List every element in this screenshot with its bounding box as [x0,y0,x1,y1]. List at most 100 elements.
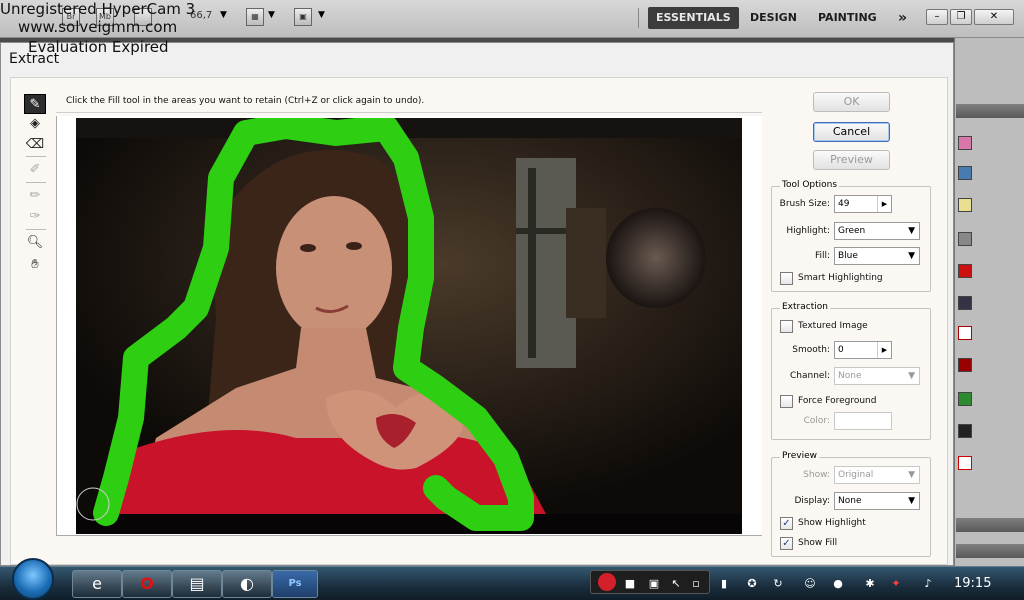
divider [638,8,639,28]
chevron-down-icon[interactable]: ▼ [220,10,227,20]
fill-select[interactable]: Blue ▼ [834,247,920,265]
smart-highlighting-checkbox[interactable] [780,272,793,285]
show-label: Show: [803,470,830,480]
eyedropper-icon[interactable]: ✐ [24,160,46,180]
cursor-icon[interactable]: ↖ [668,576,684,592]
watermark-expired: Evaluation Expired [28,38,169,56]
show-fill-checkbox[interactable]: ✓ [780,537,793,550]
stop-icon[interactable]: ■ [622,576,638,592]
divider [56,112,762,113]
chevron-down-icon[interactable]: ▼ [268,10,275,20]
watermark-url: www.solveigmm.com [18,18,178,36]
cleanup-icon[interactable]: ✏ [24,186,46,206]
smart-highlighting-label: Smart Highlighting [798,273,883,283]
preview-title: Preview [780,451,820,461]
panda-icon[interactable]: ● [830,576,846,592]
messenger-icon[interactable]: ☺ [802,576,818,592]
show-highlight-checkbox[interactable]: ✓ [780,517,793,530]
chevron-down-icon: ▼ [908,496,915,506]
hypercam-icon[interactable]: ◐ [222,570,272,598]
chevron-down-icon: ▼ [908,371,915,381]
instructions-text: Click the Fill tool in the areas you wan… [66,96,425,106]
zoom-icon[interactable]: 🔍︎ [24,233,46,253]
force-foreground-checkbox[interactable] [780,395,793,408]
start-button[interactable] [12,558,54,600]
window-icon[interactable]: ▫ [688,576,704,592]
chevron-down-icon: ▼ [908,251,915,261]
swatch[interactable] [958,198,972,212]
channel-select[interactable]: None ▼ [834,367,920,385]
update-icon[interactable]: ↻ [770,576,786,592]
highlight-label: Highlight: [786,226,830,236]
swatch[interactable] [958,166,972,180]
swatch[interactable] [958,456,972,470]
display-value: None [838,496,862,506]
acrobat-icon[interactable]: ✦ [888,576,904,592]
minimize-button[interactable]: – [926,9,948,25]
swatch[interactable] [958,296,972,310]
textured-image-checkbox[interactable] [780,320,793,333]
swatch[interactable] [958,232,972,246]
photoshop-icon[interactable]: Ps [272,570,318,598]
swatch[interactable] [958,358,972,372]
edge-touchup-icon[interactable]: ✑ [24,207,46,227]
tool-options-title: Tool Options [780,180,840,190]
chevron-down-icon: ▼ [908,226,915,236]
fill-bucket-icon[interactable]: ◈ [24,114,46,134]
ok-button[interactable]: OK [813,92,890,112]
ie-icon[interactable]: e [72,570,122,598]
pause-record-icon[interactable] [598,573,616,591]
workspace-essentials[interactable]: ESSENTIALS [648,7,739,29]
show-fill-label: Show Fill [798,538,838,548]
restore-button[interactable]: ❐ [950,9,972,25]
swatch[interactable] [958,136,972,150]
swatch[interactable] [958,392,972,406]
eraser-icon[interactable]: ⌫ [24,135,46,155]
highlight-select[interactable]: Green ▼ [834,222,920,240]
network-icon[interactable]: ▤ [172,570,222,598]
display-label: Display: [794,496,830,506]
channel-value: None [838,371,862,381]
fill-label: Fill: [814,251,830,261]
image-illustration [76,118,742,534]
fill-value: Blue [838,251,858,261]
divider [26,156,46,157]
opera-icon[interactable]: O [122,570,172,598]
chevron-right-icon[interactable]: ▶ [877,196,891,212]
volume-icon[interactable]: ♪ [920,576,936,592]
bluetooth-icon[interactable]: ✱ [862,576,878,592]
extraction-title: Extraction [780,302,830,312]
chevron-down-icon: ▼ [908,470,915,480]
smooth-label: Smooth: [792,345,830,355]
smooth-field[interactable]: 0 ▶ [834,341,892,359]
chevron-down-icon[interactable]: ▼ [318,10,325,20]
textured-image-label: Textured Image [798,321,868,331]
more-workspaces-icon[interactable]: » [890,7,915,29]
edge-highlighter-icon[interactable]: ✎ [24,94,46,114]
screen-mode-button[interactable]: ▣ [294,8,312,26]
panel-header [956,104,1024,118]
watermark-title: Unregistered HyperCam 3 [0,0,196,18]
brush-size-field[interactable]: 49 ▶ [834,195,892,213]
system-clock[interactable]: 19:15 [954,576,991,591]
color-label: Color: [803,416,830,426]
close-button[interactable]: ✕ [974,9,1014,25]
swatch[interactable] [958,326,972,340]
color-swatch-field[interactable] [834,412,892,430]
security-icon[interactable]: ✪ [744,576,760,592]
arrange-documents-button[interactable]: ▦ [246,8,264,26]
display-select[interactable]: None ▼ [834,492,920,510]
cancel-button[interactable]: Cancel [813,122,890,142]
swatch[interactable] [958,264,972,278]
workspace-painting[interactable]: PAINTING [810,7,885,29]
device-icon[interactable]: ▮ [716,576,732,592]
camera-icon[interactable]: ▣ [646,576,662,592]
show-select[interactable]: Original ▼ [834,466,920,484]
extract-image[interactable] [76,118,742,534]
chevron-right-icon[interactable]: ▶ [877,342,891,358]
preview-button[interactable]: Preview [813,150,890,170]
swatch[interactable] [958,424,972,438]
divider [26,182,46,183]
workspace-design[interactable]: DESIGN [742,7,805,29]
hand-icon[interactable]: ✋︎ [24,255,46,275]
